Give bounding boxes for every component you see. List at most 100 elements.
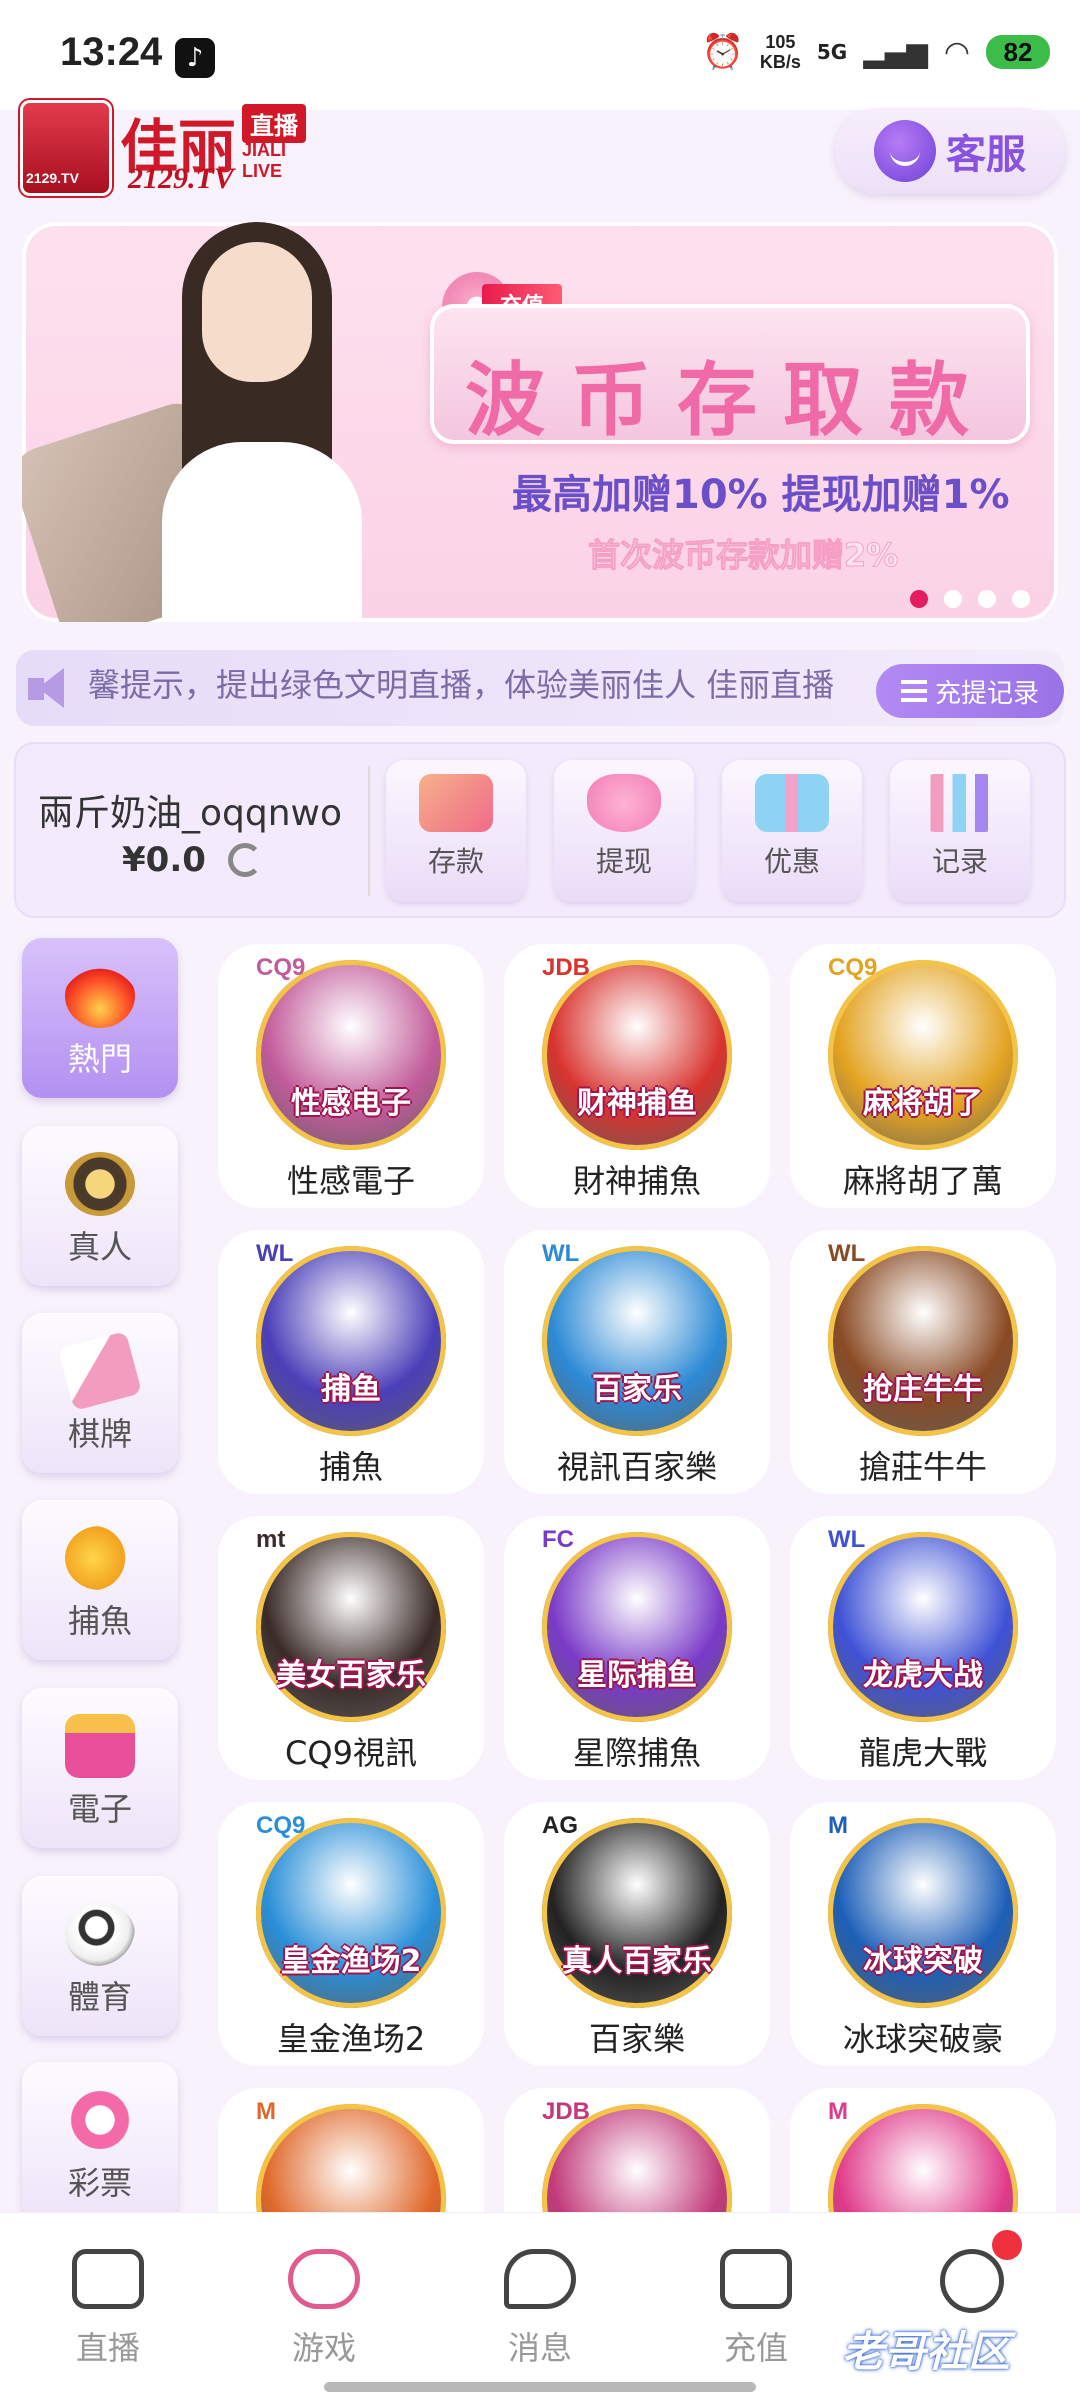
lottery-ball-icon	[65, 2088, 135, 2152]
alarm-icon: ⏰	[701, 32, 744, 72]
wifi-icon: ◠	[943, 34, 970, 70]
provider-badge: CQ9	[828, 954, 878, 981]
category-lottery[interactable]: 彩票	[22, 2062, 178, 2222]
game-art-icon: 龙虎大战	[828, 1532, 1018, 1722]
gift-icon	[755, 774, 829, 832]
game-card[interactable]: 冰球突破 M 冰球突破豪	[790, 1802, 1056, 2066]
money-bag-icon	[587, 774, 661, 832]
provider-badge: FC	[542, 1526, 574, 1553]
game-art-text: 龙虎大战	[863, 1658, 983, 1693]
game-card[interactable]: 抢庄牛牛 WL 搶莊牛牛	[790, 1230, 1056, 1494]
game-card[interactable]: 性感电子 CQ9 性感電子	[218, 944, 484, 1208]
customer-service-button[interactable]: 客服	[835, 108, 1065, 194]
provider-badge: M	[256, 2098, 276, 2125]
game-name: 星際捕魚	[572, 1734, 701, 1772]
gamepad-icon	[288, 2249, 360, 2309]
game-card[interactable]: 龙虎大战 WL 龍虎大戰	[790, 1516, 1056, 1780]
game-card[interactable]: 美女百家乐 mt CQ9視訊	[218, 1516, 484, 1780]
game-art-text: 皇金渔场2	[280, 1944, 422, 1979]
game-card[interactable]: 星际捕鱼 FC 星際捕魚	[504, 1516, 770, 1780]
headset-icon	[874, 120, 936, 182]
category-cards[interactable]: 棋牌	[22, 1313, 178, 1473]
game-art-icon: 皇金渔场2	[256, 1818, 446, 2008]
clock: 13:24	[60, 30, 163, 74]
category-sports[interactable]: 體育	[22, 1876, 178, 2036]
logo-live-en: JIALI LIVE	[242, 140, 287, 181]
game-art-text: 冰球突破	[863, 1944, 983, 1979]
tab-messages[interactable]: 消息	[460, 2249, 620, 2369]
camera-icon	[72, 2249, 144, 2309]
deposit-button[interactable]: 存款	[386, 760, 526, 902]
tab-games[interactable]: 游戏	[244, 2249, 404, 2400]
provider-badge: JDB	[542, 954, 591, 981]
recharge-record-button[interactable]: 充提记录	[876, 664, 1064, 718]
bar-chart-icon	[923, 774, 997, 832]
game-name: 性感電子	[286, 1162, 415, 1200]
watermark-text: 老哥社区	[842, 2327, 1011, 2376]
game-art-icon: 真人百家乐	[542, 1818, 732, 2008]
fish-icon	[65, 1526, 135, 1590]
game-name: 麻將胡了萬	[842, 1162, 1003, 1200]
carousel-dot[interactable]	[910, 590, 928, 608]
soccer-icon	[65, 1902, 135, 1966]
carousel-dot[interactable]	[944, 590, 962, 608]
banner-line-2: 首次波币存款加赠2%	[587, 536, 899, 575]
game-card[interactable]: 皇金渔场2 CQ9 皇金渔场2	[218, 1802, 484, 2066]
category-hot[interactable]: 熱門	[22, 938, 178, 1098]
battery-indicator: 82	[986, 35, 1050, 69]
game-name: 視訊百家樂	[556, 1448, 717, 1486]
carousel-dots[interactable]	[910, 590, 1030, 608]
wallet-panel: 兩斤奶油_oqqnwo ¥0.0 存款 提现 优惠 记录	[14, 742, 1066, 918]
app-logo: 2129.TV 佳丽 直播 JIALI LIVE 2129.TV	[20, 100, 330, 200]
tab-recharge[interactable]: 充值	[676, 2249, 836, 2369]
game-name: 搶莊牛牛	[858, 1448, 987, 1486]
tab-profile[interactable]	[892, 2249, 1052, 2327]
status-bar: 13:24 ♪ ⏰ 105 KB/s 5G ▂▄▆ ◠ 82	[0, 0, 1080, 110]
network-speed: 105 KB/s	[759, 32, 801, 72]
game-name: 財神捕魚	[572, 1162, 701, 1200]
promotion-button[interactable]: 优惠	[722, 760, 862, 902]
game-art-text: 性感电子	[291, 1086, 411, 1121]
signal-icon: ▂▄▆	[863, 35, 928, 69]
card-icon	[419, 774, 493, 832]
promo-banner[interactable]: 充值 波币存取款 最高加赠10% 提现加赠1% 首次波币存款加赠2%	[22, 222, 1058, 622]
banner-model-image	[142, 222, 382, 622]
game-art-text: 星际捕鱼	[577, 1658, 697, 1693]
category-fishing[interactable]: 捕魚	[22, 1500, 178, 1660]
carousel-dot[interactable]	[1012, 590, 1030, 608]
game-art-icon: 捕鱼	[256, 1246, 446, 1436]
game-art-text: 捕鱼	[321, 1372, 381, 1407]
provider-badge: mt	[256, 1526, 286, 1553]
divider	[368, 766, 370, 896]
tab-live[interactable]: 直播	[28, 2249, 188, 2369]
provider-badge: AG	[542, 1812, 578, 1839]
banner-line-1: 最高加赠10% 提现加赠1%	[512, 472, 1010, 518]
fire-icon	[65, 964, 135, 1028]
cards-icon	[57, 1331, 143, 1411]
provider-badge: JDB	[542, 2098, 591, 2125]
game-art-icon: 百家乐	[542, 1246, 732, 1436]
notification-dot	[992, 2230, 1022, 2260]
refresh-icon[interactable]	[227, 843, 262, 877]
logo-domain: 2129.TV	[128, 162, 234, 195]
provider-badge: WL	[256, 1240, 294, 1267]
announcement-text: 馨提示，提出绿色文明直播，体验美丽佳人 佳丽直播	[88, 666, 835, 704]
records-button[interactable]: 记录	[890, 760, 1030, 902]
category-slots[interactable]: 電子	[22, 1688, 178, 1848]
game-card[interactable]: 百家乐 WL 視訊百家樂	[504, 1230, 770, 1494]
chat-icon	[504, 2249, 576, 2309]
profile-icon	[940, 2249, 1004, 2313]
game-card[interactable]: 真人百家乐 AG 百家樂	[504, 1802, 770, 2066]
game-art-icon: 抢庄牛牛	[828, 1246, 1018, 1436]
provider-badge: WL	[828, 1240, 866, 1267]
game-art-icon: 财神捕鱼	[542, 960, 732, 1150]
game-name: 皇金渔场2	[276, 2020, 426, 2058]
carousel-dot[interactable]	[978, 590, 996, 608]
game-card[interactable]: 麻将胡了 CQ9 麻將胡了萬	[790, 944, 1056, 1208]
withdraw-button[interactable]: 提现	[554, 760, 694, 902]
home-indicator[interactable]	[324, 2382, 756, 2392]
game-art-text: 美女百家乐	[276, 1658, 426, 1693]
game-card[interactable]: 财神捕鱼 JDB 財神捕魚	[504, 944, 770, 1208]
category-live-casino[interactable]: 真人	[22, 1126, 178, 1286]
game-card[interactable]: 捕鱼 WL 捕魚	[218, 1230, 484, 1494]
